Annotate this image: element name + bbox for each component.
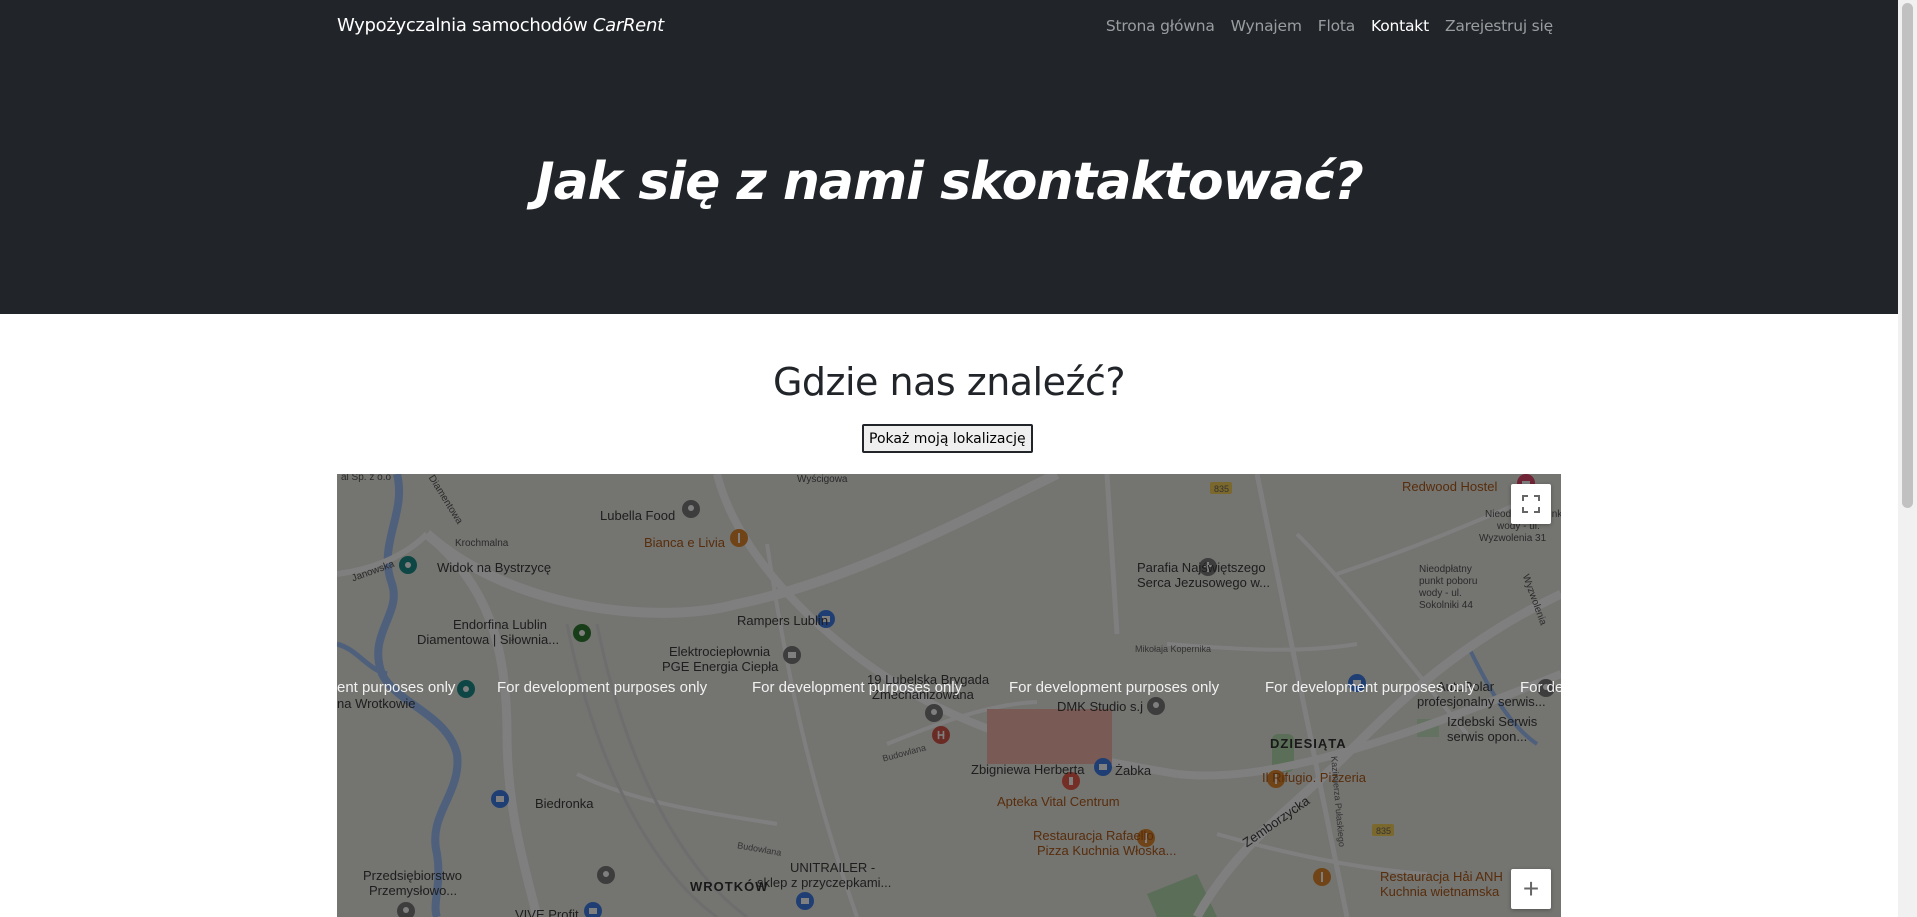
map-label: DMK Studio s.j <box>1057 699 1143 714</box>
nav-link-register[interactable]: Zarejestruj się <box>1445 17 1553 35</box>
map-marker-icon[interactable] <box>1147 697 1165 715</box>
map-label: Restauracja Rafaello <box>1033 828 1154 843</box>
dev-watermark: For de <box>1520 679 1561 696</box>
zoom-in-button[interactable]: + <box>1511 869 1551 909</box>
map-label: Lubella Food <box>600 508 676 523</box>
dev-watermark: ent purposes only <box>337 679 456 696</box>
google-map[interactable]: al Sp. z o.o Lubella Food Bianca e Livia… <box>337 474 1561 917</box>
map-label: Diamentowa | Siłownia... <box>417 632 560 647</box>
map-marker-icon[interactable] <box>397 902 415 917</box>
nav-link-home[interactable]: Strona główna <box>1106 17 1215 35</box>
map-marker-icon[interactable] <box>925 704 943 722</box>
fullscreen-button[interactable] <box>1511 484 1551 524</box>
scrollbar-thumb[interactable] <box>1902 3 1913 508</box>
dev-watermark: For development purposes only <box>497 679 708 696</box>
nav-link-fleet[interactable]: Flota <box>1318 17 1355 35</box>
map-label: Elektrociepłownia <box>669 644 771 659</box>
map-label: Restauracja Hải ANH <box>1380 869 1503 884</box>
brand-text: Wypożyczalnia samochodów <box>337 15 593 36</box>
map-label: Serca Jezusowego w... <box>1137 575 1270 590</box>
map-label: Wyzwolenia 31 <box>1479 533 1547 544</box>
nav-links: Strona główna Wynajem Flota Kontakt Zare… <box>1106 17 1553 35</box>
map-label: Pizza Kuchnia Włoska... <box>1037 843 1177 858</box>
shop-marker-icon[interactable] <box>1094 758 1112 776</box>
map-label: serwis opon... <box>1447 729 1528 744</box>
page-scrollbar[interactable] <box>1898 0 1917 917</box>
map-label: wody - ul. <box>1419 588 1462 599</box>
map-label: Endorfina Lublin <box>453 617 547 632</box>
section-title: Gdzie nas znaleźć? <box>772 360 1126 404</box>
camera-marker-icon[interactable] <box>399 556 417 574</box>
map-label: DZIESIĄTA <box>1270 736 1347 751</box>
map-label: Biedronka <box>535 796 594 811</box>
dev-watermark: For development purposes only <box>1009 679 1220 696</box>
map-label: sklep z przyczepkami... <box>757 875 892 890</box>
map-label: na Wrotkowie <box>337 696 416 711</box>
map-label: WROTKÓW <box>690 879 769 894</box>
brand-logo[interactable]: Wypożyczalnia samochodów CarRent <box>337 15 664 36</box>
map-label: PGE Energia Ciepła <box>662 659 779 674</box>
map-label: Apteka Vital Centrum <box>997 794 1120 809</box>
hospital-marker-icon[interactable] <box>932 726 950 744</box>
dev-watermark: For development purposes only <box>1265 679 1476 696</box>
map-label: 835 <box>1214 484 1230 494</box>
map-label: Parafia Najświętszego <box>1137 560 1266 575</box>
map-label: al Sp. z o.o <box>341 474 392 483</box>
fullscreen-icon <box>1522 495 1540 513</box>
map-label: Przemysłowo... <box>369 883 458 898</box>
map-label: Bianca e Livia <box>644 535 725 550</box>
map-label: Żabka <box>1115 763 1152 778</box>
map-label: Krochmalna <box>455 538 509 549</box>
nav-link-rental[interactable]: Wynajem <box>1231 17 1302 35</box>
shop-marker-icon[interactable] <box>584 902 602 917</box>
gym-marker-icon[interactable] <box>573 624 591 642</box>
show-location-button[interactable]: Pokaż moją lokalizację <box>862 424 1033 453</box>
map-marker-icon[interactable] <box>597 866 615 884</box>
map-label: Sokolniki 44 <box>1419 600 1473 611</box>
camera-marker-icon[interactable] <box>457 680 475 698</box>
nav-link-contact[interactable]: Kontakt <box>1371 17 1429 35</box>
dev-watermark: For development purposes only <box>752 679 963 696</box>
map-label: profesjonalny serwis... <box>1417 694 1546 709</box>
hero-banner: Jak się z nami skontaktować? <box>0 56 1898 314</box>
map-label: VIVE Profit <box>515 907 579 917</box>
map-label: Redwood Hostel <box>1402 479 1498 494</box>
top-navbar: Wypożyczalnia samochodów CarRent Strona … <box>0 0 1898 56</box>
map-label: Nieodpłatny <box>1419 564 1472 575</box>
map-marker-icon[interactable] <box>682 500 700 518</box>
map-label: Izdebski Serwis <box>1447 714 1538 729</box>
shop-marker-icon[interactable] <box>491 790 509 808</box>
map-label: UNITRAILER - <box>790 860 876 875</box>
restaurant-marker-icon[interactable] <box>1313 868 1331 886</box>
hero-title: Jak się z nami skontaktować? <box>535 152 1364 212</box>
map-label: Mikołaja Kopernika <box>1135 644 1212 654</box>
building-marker-icon[interactable] <box>783 646 801 664</box>
map-label: Widok na Bystrzycę <box>437 560 552 575</box>
shop-marker-icon[interactable] <box>796 892 814 910</box>
map-label: punkt poboru <box>1419 576 1478 587</box>
map-label: 835 <box>1376 826 1392 836</box>
map-label: Kuchnia wietnamska <box>1380 884 1500 899</box>
map-label: Il Rifugio. Pizzeria <box>1262 770 1367 785</box>
restaurant-marker-icon[interactable] <box>730 529 748 547</box>
map-label: Przedsiębiorstwo <box>363 868 462 883</box>
map-label: Rampers Lublin <box>737 613 829 628</box>
map-label: Wyścigowa <box>797 474 848 485</box>
map-label: Zbigniewa Herberta <box>971 762 1085 777</box>
brand-emphasis: CarRent <box>592 15 664 36</box>
